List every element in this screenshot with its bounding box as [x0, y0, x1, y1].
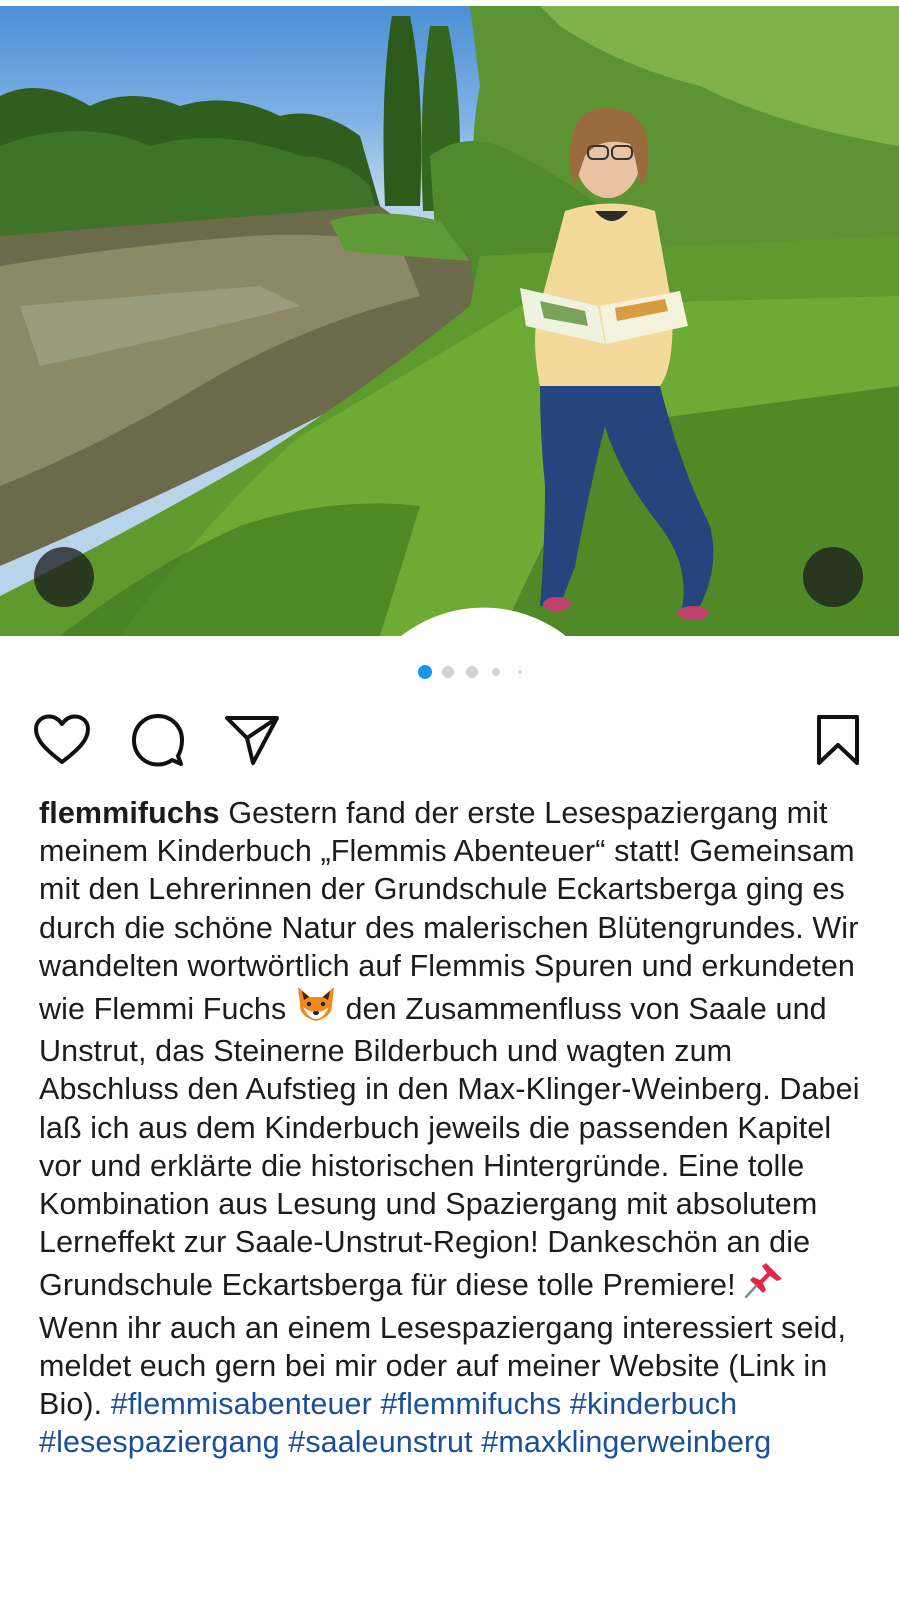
caption-text-2: den Zusammenfluss von Saale und Unstrut,… — [39, 992, 860, 1303]
hashtag-link[interactable]: #maxklingerweinberg — [481, 1425, 771, 1459]
carousel-dot-5 — [518, 670, 522, 674]
hashtag-link[interactable]: #saaleunstrut — [288, 1425, 472, 1459]
speaker-icon — [803, 547, 899, 636]
caption-username[interactable]: flemmifuchs — [39, 796, 220, 830]
pushpin-emoji — [744, 1261, 784, 1308]
carousel-indicator — [0, 665, 899, 679]
carousel-dot-4 — [492, 668, 500, 676]
post-photo[interactable] — [0, 6, 899, 636]
hashtag-link[interactable]: #flemmisabenteuer — [111, 1387, 372, 1421]
person-icon — [401, 607, 566, 636]
save-button[interactable] — [808, 710, 868, 770]
photo-scene — [0, 6, 899, 636]
hashtag-link[interactable]: #kinderbuch — [570, 1387, 737, 1421]
comment-button[interactable] — [128, 710, 188, 770]
hashtag-link[interactable]: #flemmifuchs — [380, 1387, 561, 1421]
bookmark-icon — [817, 715, 859, 765]
carousel-dot-1 — [418, 665, 432, 679]
share-button[interactable] — [222, 710, 282, 770]
carousel-dot-3 — [466, 666, 478, 678]
post-caption: flemmifuchs Gestern fand der erste Leses… — [39, 794, 869, 1461]
comment-icon — [132, 714, 184, 767]
send-icon — [225, 716, 279, 765]
hashtag-link[interactable]: #lesespaziergang — [39, 1425, 280, 1459]
sound-toggle-button[interactable] — [803, 547, 863, 607]
like-button[interactable] — [32, 710, 92, 770]
carousel-dot-2 — [442, 666, 454, 678]
fox-emoji — [295, 985, 337, 1032]
heart-icon — [34, 714, 90, 764]
tagged-people-button[interactable] — [34, 547, 566, 636]
post-actions — [0, 710, 899, 770]
